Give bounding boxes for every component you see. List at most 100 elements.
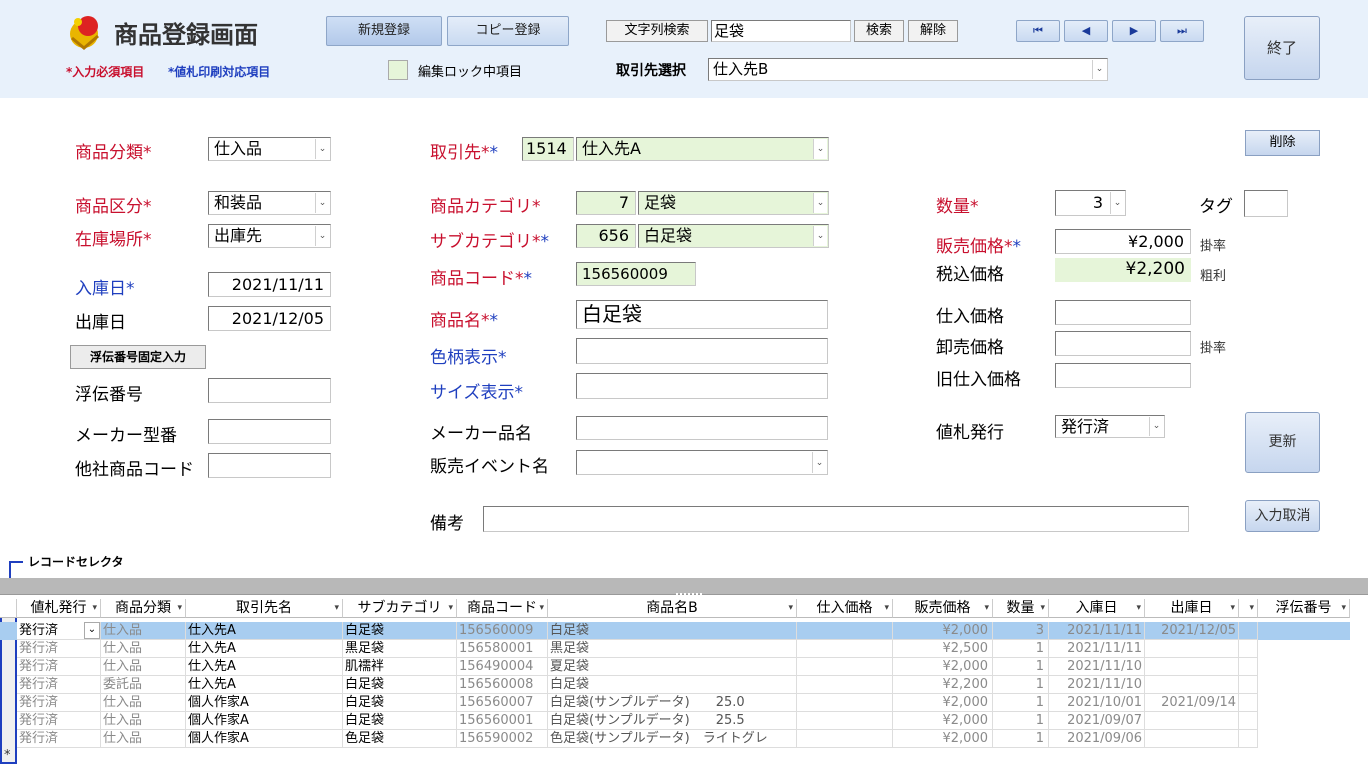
column-header[interactable]: 商品名B ▾ (548, 599, 797, 618)
table-cell[interactable]: 色足袋 (343, 730, 457, 748)
table-row[interactable]: 発行済 仕入品 個人作家A 色足袋 156590002 色足袋(サンプルデータ) ライトグ… (0, 730, 1350, 748)
table-cell[interactable]: ¥2,500 (893, 640, 993, 658)
table-cell[interactable] (1145, 658, 1239, 676)
table-cell[interactable]: 個人作家A (186, 730, 343, 748)
table-cell[interactable] (797, 622, 893, 640)
table-cell[interactable]: 仕入品 (101, 622, 186, 640)
table-cell[interactable]: 夏足袋 (548, 658, 797, 676)
product-code-field[interactable]: 156560009 (576, 262, 696, 286)
table-cell[interactable]: 2021/10/01 (1049, 694, 1145, 712)
maker-product-name-field[interactable] (576, 416, 828, 440)
table-cell[interactable]: 2021/12/05 (1145, 622, 1239, 640)
table-cell[interactable]: 仕入先A (186, 676, 343, 694)
sort-dropdown-icon[interactable]: ▾ (1040, 599, 1045, 617)
sales-price-field[interactable]: ¥2,000 (1055, 229, 1191, 254)
sort-dropdown-icon[interactable]: ▾ (1249, 599, 1254, 617)
table-cell[interactable]: 1 (993, 730, 1049, 748)
partner-code-field[interactable]: 1514 (522, 137, 574, 161)
table-cell[interactable]: 黒足袋 (343, 640, 457, 658)
table-cell[interactable]: 白足袋 (343, 622, 457, 640)
table-cell[interactable] (1239, 658, 1258, 676)
table-cell[interactable]: 仕入先A (186, 658, 343, 676)
table-cell[interactable]: 156490004 (457, 658, 548, 676)
maker-model-field[interactable] (208, 419, 331, 444)
table-cell[interactable]: 1 (993, 640, 1049, 658)
table-cell[interactable]: 2021/11/10 (1049, 658, 1145, 676)
table-cell[interactable]: 2021/11/11 (1049, 622, 1145, 640)
table-cell[interactable]: 発行済 (17, 712, 101, 730)
slip-fixed-input-button[interactable]: 浮伝番号固定入力 (70, 345, 206, 369)
product-name-field[interactable]: 白足袋 (576, 300, 828, 329)
table-cell[interactable] (1239, 730, 1258, 748)
column-header[interactable]: 販売価格 ▾ (893, 599, 993, 618)
clear-button[interactable]: 解除 (908, 20, 958, 42)
table-cell[interactable] (797, 712, 893, 730)
table-cell[interactable]: 肌襦袢 (343, 658, 457, 676)
table-cell[interactable]: 発行済 (17, 694, 101, 712)
table-cell[interactable]: 個人作家A (186, 694, 343, 712)
table-row[interactable]: 発行済 仕入品 個人作家A 白足袋 156560007 白足袋(サンプルデータ) 25.0… (0, 694, 1350, 712)
table-cell[interactable]: 1 (993, 694, 1049, 712)
subcategory-select[interactable]: 白足袋 ⌄ (638, 224, 829, 248)
column-header[interactable]: サブカテゴリ ▾ (343, 599, 457, 618)
quantity-select[interactable]: 3 ⌄ (1055, 190, 1126, 216)
table-cell[interactable]: 白足袋(サンプルデータ) 25.5 (548, 712, 797, 730)
table-cell[interactable]: 色足袋(サンプルデータ) ライトグレ (548, 730, 797, 748)
table-cell[interactable]: 1 (993, 676, 1049, 694)
string-search-button[interactable]: 文字列検索 (606, 20, 708, 42)
delete-button[interactable]: 削除 (1245, 130, 1320, 156)
sort-dropdown-icon[interactable]: ▾ (334, 599, 339, 617)
table-cell[interactable]: 委託品 (101, 676, 186, 694)
last-record-button[interactable]: ⏭ (1160, 20, 1204, 42)
table-cell[interactable]: ¥2,000 (893, 730, 993, 748)
sort-dropdown-icon[interactable]: ▾ (539, 599, 544, 617)
sort-dropdown-icon[interactable]: ▾ (788, 599, 793, 617)
column-header[interactable]: 出庫日 ▾ (1145, 599, 1239, 618)
chevron-down-icon[interactable]: ⌄ (315, 139, 329, 159)
table-cell[interactable]: 仕入品 (101, 730, 186, 748)
table-row[interactable]: 発行済 仕入品 仕入先A 白足袋 156560009 白足袋 ¥2,000 3 2021/11/… (0, 622, 1350, 640)
table-cell[interactable]: 2021/11/10 (1049, 676, 1145, 694)
out-date-field[interactable]: 2021/12/05 (208, 306, 331, 331)
table-cell[interactable] (1239, 622, 1258, 640)
sort-dropdown-icon[interactable]: ▾ (1136, 599, 1141, 617)
table-cell[interactable]: 仕入品 (101, 694, 186, 712)
next-record-button[interactable]: ▶ (1112, 20, 1156, 42)
chevron-down-icon[interactable]: ⌄ (1110, 192, 1124, 214)
table-cell[interactable]: ¥2,000 (893, 622, 993, 640)
table-cell[interactable] (797, 730, 893, 748)
table-row[interactable]: 発行済 仕入品 仕入先A 黒足袋 156580001 黒足袋 ¥2,500 1 2021/11/… (0, 640, 1350, 658)
chevron-down-icon[interactable]: ⌄ (813, 226, 827, 246)
sort-dropdown-icon[interactable]: ▾ (984, 599, 989, 617)
table-cell[interactable] (797, 676, 893, 694)
table-cell[interactable]: 黒足袋 (548, 640, 797, 658)
column-header[interactable]: 仕入価格 ▾ (797, 599, 893, 618)
first-record-button[interactable]: ⏮ (1016, 20, 1060, 42)
sort-dropdown-icon[interactable]: ▾ (177, 599, 182, 617)
copy-register-button[interactable]: コピー登録 (447, 16, 569, 46)
table-cell[interactable] (1239, 694, 1258, 712)
chevron-down-icon[interactable]: ⌄ (1092, 60, 1106, 79)
table-cell[interactable]: 2021/09/07 (1049, 712, 1145, 730)
table-cell[interactable]: 白足袋(サンプルデータ) 25.0 (548, 694, 797, 712)
sales-event-select[interactable]: ⌄ (576, 450, 828, 475)
sort-dropdown-icon[interactable]: ▾ (1230, 599, 1235, 617)
cancel-input-button[interactable]: 入力取消 (1245, 500, 1320, 532)
column-header[interactable]: 取引先名 ▾ (186, 599, 343, 618)
table-cell[interactable]: 仕入先A (186, 622, 343, 640)
slip-number-field[interactable] (208, 378, 331, 403)
other-code-field[interactable] (208, 453, 331, 478)
search-input[interactable]: 足袋 (711, 20, 851, 42)
chevron-down-icon[interactable]: ⌄ (315, 193, 329, 213)
table-cell[interactable]: 仕入品 (101, 712, 186, 730)
exit-button[interactable]: 終了 (1244, 16, 1320, 80)
table-cell[interactable]: 1 (993, 712, 1049, 730)
price-tag-issue-select[interactable]: 発行済 ⌄ (1055, 415, 1165, 438)
memo-field[interactable] (483, 506, 1189, 532)
table-cell[interactable] (797, 694, 893, 712)
chevron-down-icon[interactable]: ⌄ (813, 193, 827, 213)
update-button[interactable]: 更新 (1245, 412, 1320, 473)
table-cell[interactable]: 156580001 (457, 640, 548, 658)
table-cell[interactable]: 白足袋 (548, 676, 797, 694)
table-cell[interactable]: 発行済 (17, 640, 101, 658)
